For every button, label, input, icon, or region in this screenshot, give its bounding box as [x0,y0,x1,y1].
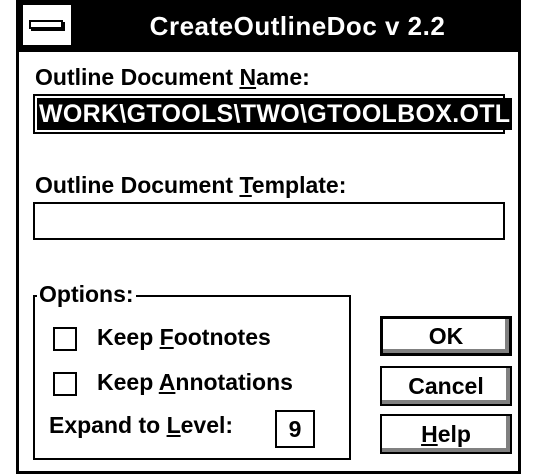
keep-annotations-box[interactable] [53,372,77,396]
system-menu-icon [29,20,63,29]
keep-annotations-label: Keep Annotations [97,369,293,395]
cancel-button[interactable]: Cancel [380,366,512,406]
options-legend: Options: [37,281,136,308]
template-label: Outline Document Template: [35,172,347,198]
document-template-input[interactable] [33,202,505,240]
help-button[interactable]: Help [380,414,512,454]
document-name-value: WORK\GTOOLS\TWO\GTOOLBOX.OTL [37,98,513,130]
title-bar[interactable]: CreateOutlineDoc v 2.2 [19,0,518,52]
name-label: Outline Document Name: [35,64,310,90]
window-title: CreateOutlineDoc v 2.2 [149,11,446,41]
ok-button[interactable]: OK [380,316,512,356]
document-name-input[interactable]: WORK\GTOOLS\TWO\GTOOLBOX.OTL [33,94,513,134]
keep-footnotes-box[interactable] [53,327,77,351]
expand-level-input[interactable]: 9 [275,410,315,448]
keep-footnotes-label: Keep Footnotes [97,324,271,350]
system-menu-button[interactable] [23,5,71,45]
create-outline-doc-dialog: CreateOutlineDoc v 2.2 Outline Document … [16,0,521,474]
expand-level-label: Expand to Level: [49,412,234,438]
